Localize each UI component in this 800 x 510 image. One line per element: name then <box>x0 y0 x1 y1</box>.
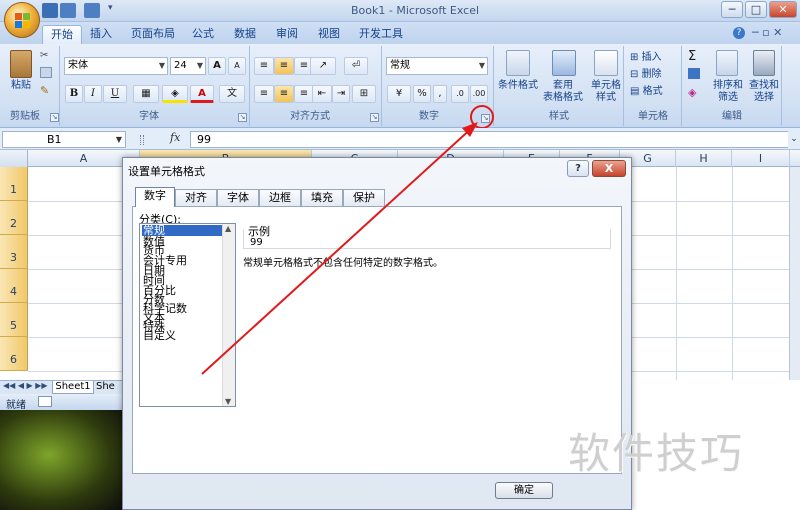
tab-number[interactable]: 数字 <box>135 187 175 207</box>
office-button[interactable] <box>4 2 40 38</box>
watermark: 软件技巧 <box>568 429 745 478</box>
office-logo-icon <box>15 13 30 28</box>
arrow-line <box>201 125 475 375</box>
